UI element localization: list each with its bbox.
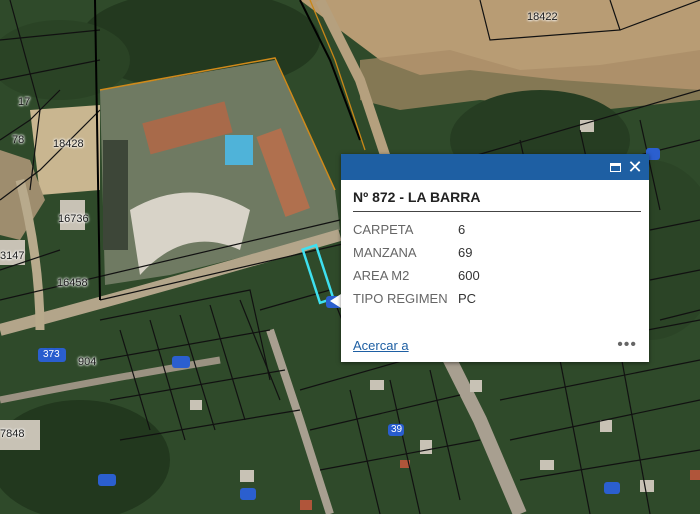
attribute-value: 69 (458, 245, 473, 260)
close-icon[interactable]: ✕ (625, 157, 645, 177)
parcel-label: 3147 (0, 250, 25, 262)
parcel-label: 18422 (527, 11, 558, 23)
attribute-row: AREA M2 600 (353, 264, 480, 287)
parcel-label: 17 (18, 96, 31, 108)
parcel-label: 16458 (57, 277, 88, 289)
attribute-table: CARPETA 6 MANZANA 69 AREA M2 600 TIPO RE… (353, 218, 480, 310)
more-options-icon[interactable]: ••• (617, 336, 637, 354)
popup-header: ✕ (341, 154, 649, 180)
feature-popup: ✕ Nº 872 - LA BARRA CARPETA 6 MANZANA 69… (341, 154, 649, 362)
parcel-label: 904 (78, 356, 97, 368)
popup-pointer (330, 294, 341, 308)
zoom-to-link[interactable]: Acercar a (353, 338, 409, 353)
parcel-label: 7848 (0, 428, 25, 440)
attribute-key: AREA M2 (353, 268, 410, 283)
maximize-icon[interactable] (605, 157, 625, 177)
parcel-label: 18428 (53, 138, 84, 150)
attribute-row: TIPO REGIMEN PC (353, 287, 480, 310)
attribute-key: TIPO REGIMEN (353, 291, 448, 306)
attribute-key: MANZANA (353, 245, 417, 260)
parcel-label: 16736 (58, 213, 89, 225)
attribute-key: CARPETA (353, 222, 414, 237)
attribute-row: CARPETA 6 (353, 218, 480, 241)
attribute-value: 6 (458, 222, 466, 237)
popup-footer: Acercar a ••• (353, 336, 637, 356)
attribute-value: 600 (458, 268, 480, 283)
popup-title: Nº 872 - LA BARRA (353, 189, 641, 212)
route-label: 39 (391, 424, 403, 435)
attribute-value: PC (458, 291, 477, 306)
route-label: 373 (43, 349, 60, 360)
parcel-label: 78 (12, 134, 25, 146)
attribute-row: MANZANA 69 (353, 241, 480, 264)
